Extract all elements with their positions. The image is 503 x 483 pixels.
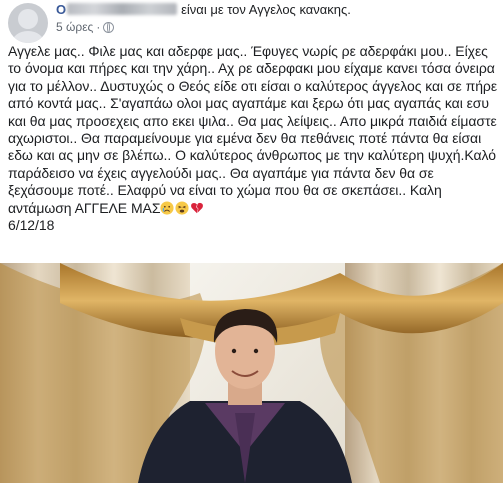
author-name[interactable]: O	[56, 2, 181, 17]
post-date: 6/12/18	[8, 217, 55, 234]
tired-face-icon	[175, 201, 190, 215]
broken-heart-icon	[191, 202, 204, 213]
profile-avatar[interactable]	[8, 3, 48, 43]
sad-face-icon	[160, 201, 175, 215]
tagged-text: είναι με τον Αγγελος κανακης.	[181, 2, 351, 17]
post-header: Oείναι με τον Αγγελος κανακης. 5 ώρες ·	[0, 0, 503, 43]
post-meta: 5 ώρες ·	[56, 20, 115, 34]
photo-scene	[0, 263, 503, 483]
post-body: Αγγελε μας.. Φιλε μας και αδερφε μας.. Έ…	[8, 43, 500, 234]
author-prefix: O	[56, 2, 67, 17]
redacted-name	[67, 3, 178, 15]
post-message: Αγγελε μας.. Φιλε μας και αδερφε μας.. Έ…	[8, 43, 498, 216]
post-timestamp[interactable]: 5 ώρες	[56, 20, 93, 34]
post-headline: Oείναι με τον Αγγελος κανακης.	[56, 2, 351, 18]
post-photo[interactable]	[0, 263, 503, 483]
globe-icon[interactable]	[103, 21, 115, 33]
